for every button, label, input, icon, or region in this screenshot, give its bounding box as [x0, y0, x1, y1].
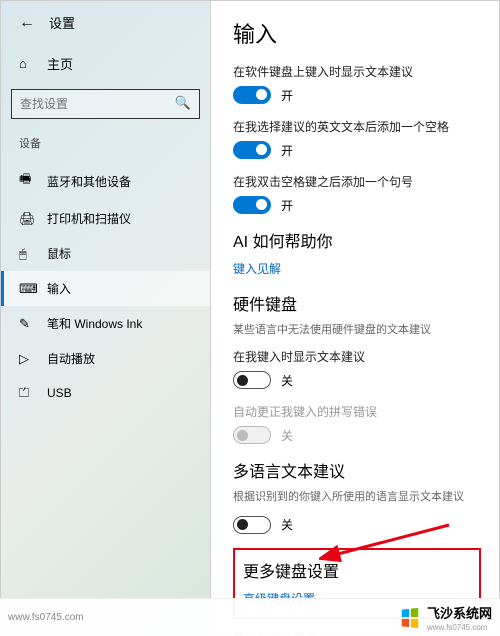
home-icon: ⌂: [19, 56, 33, 71]
nav-item-2[interactable]: 🖱 鼠标: [1, 236, 210, 271]
setting-toggle-1[interactable]: [233, 141, 271, 159]
multilang-desc: 根据识别到的你键入所使用的语言显示文本建议: [233, 490, 481, 505]
search-icon: 🔍: [175, 95, 191, 111]
nav-item-3[interactable]: ⌨ 输入: [1, 271, 210, 306]
hw-setting2-toggle: [233, 426, 271, 444]
watermark-url: www.fs0745.com: [8, 612, 84, 623]
watermark-brand: 飞沙系统网: [427, 606, 492, 621]
sidebar: ← 设置 ⌂ 主页 🔍 设备 🖷 蓝牙和其他设备 🖨 打印机和扫描仪 🖱 鼠标 ⌨ 输入 ✎ 笔和…: [1, 1, 211, 635]
setting-label-0: 在软件键盘上键入时显示文本建议: [233, 63, 481, 80]
nav-label: 鼠标: [47, 245, 71, 262]
ai-section-title: AI 如何帮助你: [233, 228, 481, 252]
setting-state-2: 开: [281, 197, 293, 214]
nav-item-1[interactable]: 🖨 打印机和扫描仪: [1, 201, 210, 236]
nav-icon: 🖱: [19, 246, 33, 262]
more-title: 更多键盘设置: [243, 558, 471, 582]
setting-label-1: 在我选择建议的英文文本后添加一个空格: [233, 118, 481, 135]
nav-icon: ✎: [19, 316, 33, 332]
hw-setting2-state: 关: [281, 427, 293, 444]
nav-label: 笔和 Windows Ink: [47, 315, 142, 332]
watermark-sub: www.fs0745.com: [427, 623, 492, 632]
nav-label: 自动播放: [47, 350, 95, 367]
setting-label-2: 在我双击空格键之后添加一个句号: [233, 173, 481, 190]
sidebar-section-header: 设备: [1, 133, 210, 161]
hw-setting1-label: 在我键入时显示文本建议: [233, 348, 481, 365]
nav-icon: ▷: [19, 351, 33, 367]
nav-item-5[interactable]: ▷ 自动播放: [1, 341, 210, 376]
setting-state-0: 开: [281, 87, 293, 104]
nav-icon: 🖨: [19, 211, 33, 227]
nav-icon: ⏍: [19, 385, 33, 401]
home-label: 主页: [47, 54, 73, 73]
app-title: 设置: [49, 13, 75, 32]
nav-label: 打印机和扫描仪: [47, 210, 131, 227]
search-input[interactable]: [12, 90, 199, 118]
nav-item-0[interactable]: 🖷 蓝牙和其他设备: [1, 161, 210, 201]
home-nav[interactable]: ⌂ 主页: [1, 46, 210, 83]
nav-item-4[interactable]: ✎ 笔和 Windows Ink: [1, 306, 210, 341]
nav-icon: 🖷: [19, 170, 33, 192]
setting-state-1: 开: [281, 142, 293, 159]
search-box[interactable]: 🔍: [11, 89, 200, 119]
multilang-title: 多语言文本建议: [233, 458, 481, 482]
multilang-toggle[interactable]: [233, 516, 271, 534]
nav-label: 输入: [47, 280, 71, 297]
multilang-state: 关: [281, 516, 293, 533]
hw-setting1-toggle[interactable]: [233, 371, 271, 389]
watermark: www.fs0745.com 飞沙系统网 www.fs0745.com: [0, 598, 500, 636]
back-button[interactable]: ←: [19, 14, 35, 32]
setting-toggle-2[interactable]: [233, 196, 271, 214]
hw-description: 某些语言中无法使用硬件键盘的文本建议: [233, 323, 481, 338]
ai-link[interactable]: 键入见解: [233, 260, 481, 277]
watermark-logo-icon: [399, 607, 421, 629]
hw-setting1-state: 关: [281, 372, 293, 389]
nav-icon: ⌨: [19, 281, 33, 297]
main-panel: 输入 在软件键盘上键入时显示文本建议开在我选择建议的英文文本后添加一个空格开在我…: [211, 1, 499, 635]
hw-setting2-label: 自动更正我键入的拼写错误: [233, 403, 481, 420]
page-title: 输入: [233, 17, 481, 49]
nav-label: 蓝牙和其他设备: [47, 173, 131, 190]
nav-item-6[interactable]: ⏍ USB: [1, 376, 210, 410]
hw-section-title: 硬件键盘: [233, 291, 481, 315]
setting-toggle-0[interactable]: [233, 86, 271, 104]
nav-label: USB: [47, 386, 72, 400]
